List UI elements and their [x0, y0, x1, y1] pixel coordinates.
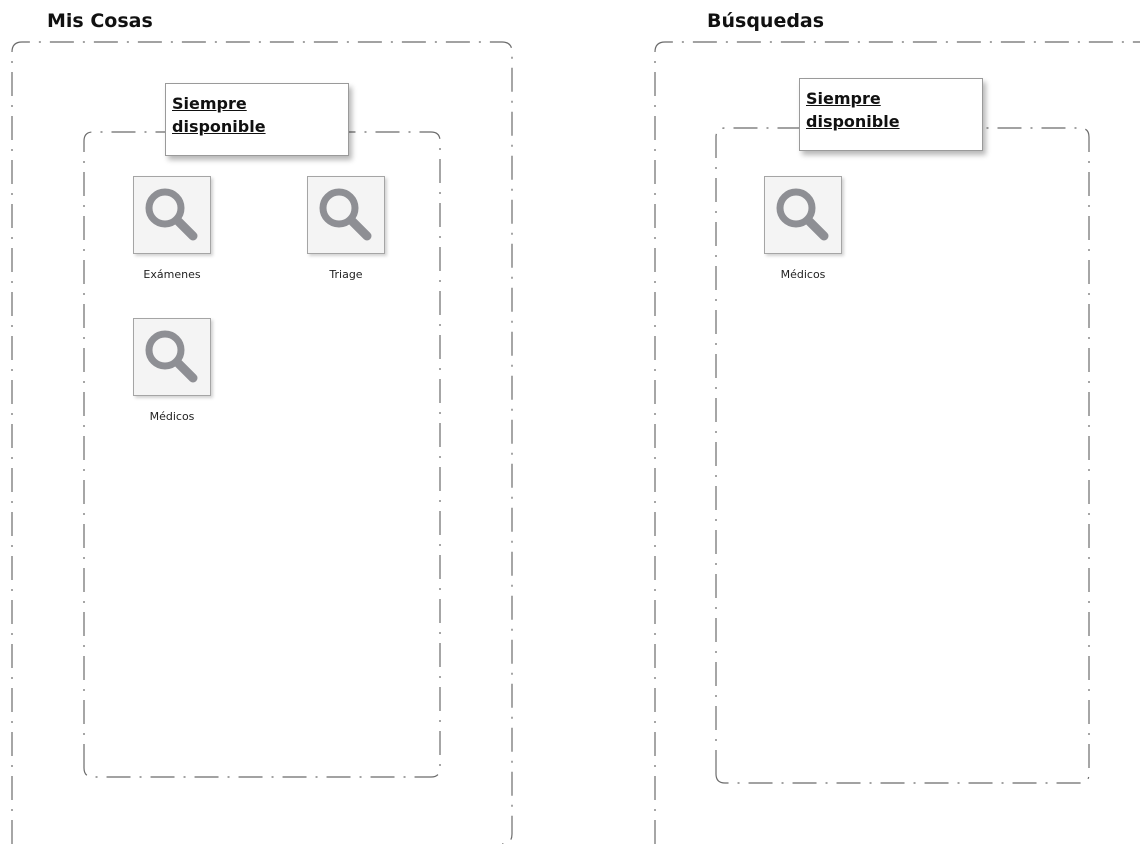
group-header-label-line2: disponible: [172, 117, 266, 136]
search-icon: [145, 188, 198, 241]
tile-examenes[interactable]: Exámenes: [117, 176, 227, 282]
group-header-siempre-disponible[interactable]: Siempre disponible: [799, 78, 983, 151]
tile-icon-frame: [307, 176, 385, 254]
tile-medicos[interactable]: Médicos: [117, 318, 227, 424]
tile-icon-frame: [764, 176, 842, 254]
tile-label: Exámenes: [143, 268, 201, 281]
tile-label: Médicos: [780, 268, 826, 281]
search-icon: [145, 330, 198, 383]
group-header-label-line1: Siempre: [172, 94, 247, 113]
tile-icon-frame: [133, 318, 211, 396]
search-icon: [319, 188, 372, 241]
tile-triage[interactable]: Triage: [291, 176, 401, 282]
tile-label: Médicos: [149, 410, 195, 423]
search-icon: [776, 188, 829, 241]
tile-label: Triage: [329, 268, 363, 281]
frame-busquedas-outer: [654, 41, 1140, 844]
frame-mis-cosas-outer: [11, 41, 513, 844]
group-header-label-line1: Siempre: [806, 89, 881, 108]
group-header-label-line2: disponible: [806, 112, 900, 131]
group-header-siempre-disponible[interactable]: Siempre disponible: [165, 83, 349, 156]
tile-icon-frame: [133, 176, 211, 254]
tile-medicos[interactable]: Médicos: [748, 176, 858, 282]
